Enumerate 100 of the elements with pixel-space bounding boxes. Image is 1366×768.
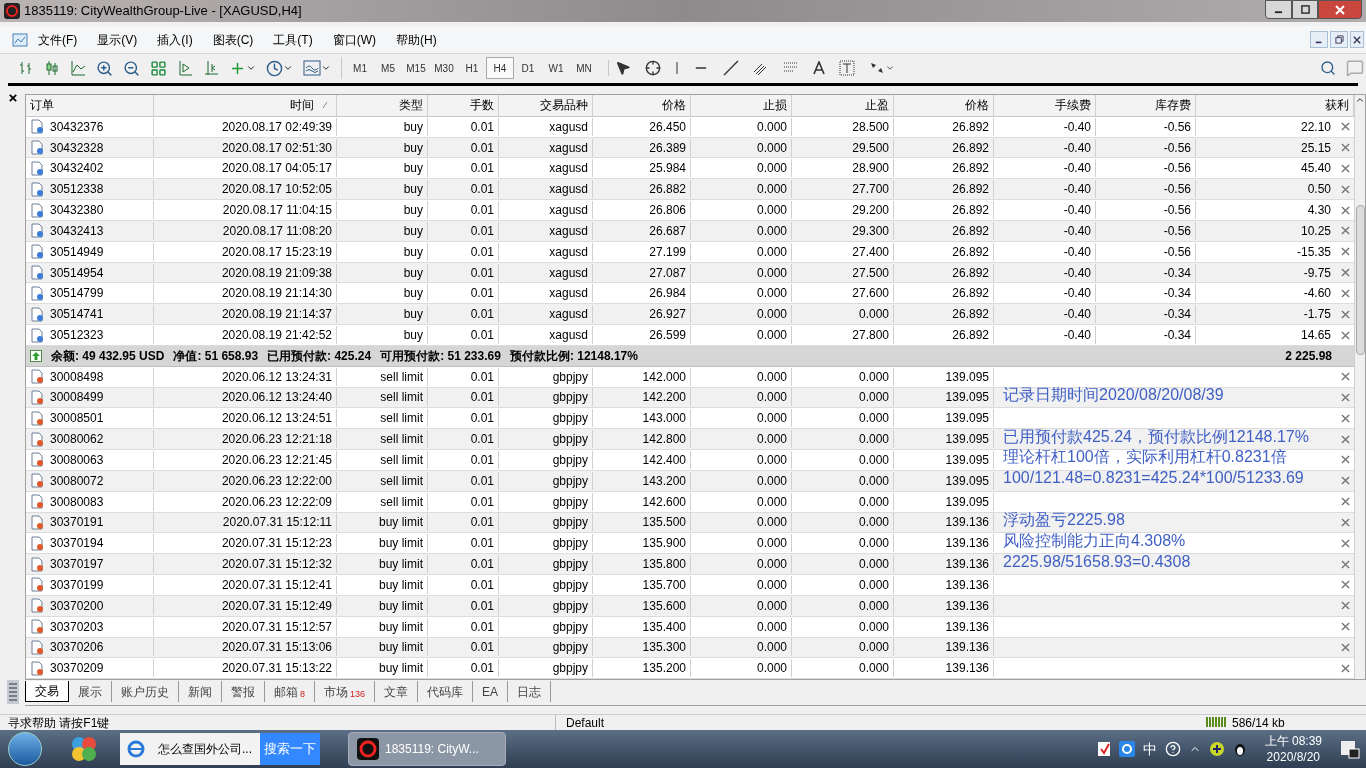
zoom-in-icon[interactable] — [96, 59, 113, 77]
table-cell: 0.000 — [691, 430, 792, 449]
candlestick-icon[interactable] — [44, 60, 60, 76]
penguin-icon[interactable] — [1232, 741, 1247, 757]
profit-value: 22.10 — [1300, 118, 1331, 136]
table-cell: 2020.08.17 11:08:20 — [154, 221, 337, 240]
text-label-icon[interactable] — [839, 60, 855, 76]
help-icon[interactable] — [1164, 741, 1181, 757]
menu-item[interactable]: 工具(T) — [263, 30, 323, 49]
close-button[interactable] — [1318, 0, 1362, 19]
tab[interactable]: 邮箱 8 — [265, 681, 315, 702]
table-cell: 0.000 — [691, 575, 792, 594]
order-number: 30080072 — [50, 472, 104, 490]
q-app-icon[interactable] — [1118, 741, 1135, 757]
search-icon[interactable] — [1320, 60, 1336, 76]
table-cell: 2020.08.17 04:05:17 — [154, 159, 337, 178]
chart-shift-icon[interactable] — [203, 60, 219, 76]
scrollbar[interactable] — [1354, 95, 1365, 679]
close-icon[interactable] — [8, 94, 17, 102]
column-header[interactable]: 价格 — [965, 96, 989, 115]
dropdown-caret-icon[interactable] — [283, 63, 293, 73]
close-button[interactable] — [1350, 31, 1364, 48]
column-header[interactable]: 时间 — [290, 96, 314, 115]
table-cell: 29.200 — [792, 201, 894, 220]
crosshair-icon[interactable] — [645, 60, 661, 76]
column-header[interactable]: 库存费 — [1155, 96, 1191, 115]
trend-line-icon[interactable] — [723, 60, 739, 76]
tab[interactable]: 警报 — [222, 681, 265, 702]
table-cell: sell limit — [337, 388, 428, 407]
table-cell: 0.01 — [428, 450, 499, 469]
tile-windows-icon[interactable] — [150, 59, 167, 77]
tab[interactable]: 市场 136 — [315, 681, 376, 702]
plus-badge-icon[interactable] — [1208, 741, 1225, 757]
vertical-line-icon[interactable] — [675, 60, 679, 76]
timeframe-button[interactable]: M1 — [346, 57, 374, 79]
dropdown-caret-icon[interactable] — [246, 63, 256, 73]
scroll-up-icon[interactable] — [1355, 95, 1365, 105]
maximize-button[interactable] — [1292, 0, 1318, 19]
input-method-indicator[interactable]: 中 — [1142, 738, 1157, 760]
menu-item[interactable]: 图表(C) — [202, 30, 264, 49]
column-header[interactable]: 手数 — [470, 96, 494, 115]
scrollbar-thumb[interactable] — [1355, 205, 1365, 355]
taskbar-item[interactable]: 怎么查国外公司... — [158, 740, 252, 758]
cursor-icon[interactable] — [615, 60, 631, 76]
table-cell: 139.095 — [894, 388, 994, 407]
tab[interactable]: 展示 — [69, 681, 112, 702]
notification-icon[interactable] — [1340, 739, 1360, 759]
menu-item[interactable]: 显示(V) — [87, 30, 148, 49]
column-header[interactable]: 订单 — [30, 96, 54, 115]
tab[interactable]: 新闻 — [179, 681, 222, 702]
minimize-button[interactable] — [1265, 0, 1292, 19]
annotation-text: 100/121.48=0.8231=425.24*100/51233.69 — [1002, 468, 1304, 489]
timeframe-button[interactable]: MN — [570, 57, 598, 79]
menu-item[interactable]: 窗口(W) — [322, 30, 386, 49]
column-header[interactable]: 类型 — [399, 96, 423, 115]
order-icon — [30, 265, 44, 280]
start-button[interactable] — [8, 732, 42, 766]
column-header[interactable]: 止盈 — [865, 96, 889, 115]
tab[interactable]: 账户历史 — [112, 681, 179, 702]
column-header[interactable]: 获利 — [1325, 96, 1349, 115]
menu-item[interactable]: 文件(F) — [28, 30, 88, 49]
timeframe-button[interactable]: H4 — [486, 57, 514, 79]
auto-scroll-icon[interactable] — [177, 60, 193, 76]
table-cell: 0.000 — [691, 221, 792, 240]
tab[interactable]: 代码库 — [418, 681, 474, 702]
order-icon — [30, 598, 44, 614]
line-chart-icon[interactable] — [70, 60, 86, 76]
column-header[interactable]: 手续费 — [1055, 96, 1091, 115]
table-cell: buy limit — [337, 513, 428, 532]
timeframe-button[interactable]: M5 — [374, 57, 402, 79]
arrows-icon[interactable] — [869, 60, 885, 76]
column-header[interactable]: 价格 — [662, 96, 686, 115]
indicator-icon[interactable] — [303, 60, 321, 76]
text-tool-icon[interactable] — [813, 61, 825, 75]
timeframe-button[interactable]: W1 — [542, 57, 570, 79]
clock-icon[interactable] — [266, 59, 283, 77]
tab[interactable]: 交易 — [25, 681, 69, 702]
timeframe-button[interactable]: M30 — [430, 57, 458, 79]
timeframe-button[interactable]: D1 — [514, 57, 542, 79]
column-header[interactable]: 交易品种 — [540, 96, 588, 115]
table-cell: 0.000 — [691, 263, 792, 282]
dropdown-caret-icon[interactable] — [321, 63, 331, 73]
browser-icon[interactable] — [126, 739, 146, 759]
dropdown-caret-icon[interactable] — [885, 63, 895, 73]
tab[interactable]: 文章 — [375, 681, 419, 702]
timeframe-button[interactable]: M15 — [402, 57, 430, 79]
document-icon[interactable] — [1096, 741, 1111, 757]
tab[interactable]: EA — [473, 681, 509, 702]
table-cell: 0.01 — [428, 263, 499, 282]
column-header[interactable]: 止损 — [763, 96, 787, 115]
bar-chart-icon[interactable] — [18, 60, 34, 76]
table-cell: 26.389 — [593, 138, 691, 157]
restore-button[interactable] — [1330, 31, 1348, 48]
table-cell: 0.000 — [792, 596, 894, 615]
timeframe-button[interactable]: H1 — [458, 57, 486, 79]
tab[interactable]: 日志 — [508, 681, 552, 702]
menu-item[interactable]: 插入(I) — [147, 30, 203, 49]
zoom-out-icon[interactable] — [123, 59, 140, 77]
terminal-handle-icon[interactable] — [6, 680, 19, 704]
menu-item[interactable]: 帮助(H) — [386, 30, 447, 49]
